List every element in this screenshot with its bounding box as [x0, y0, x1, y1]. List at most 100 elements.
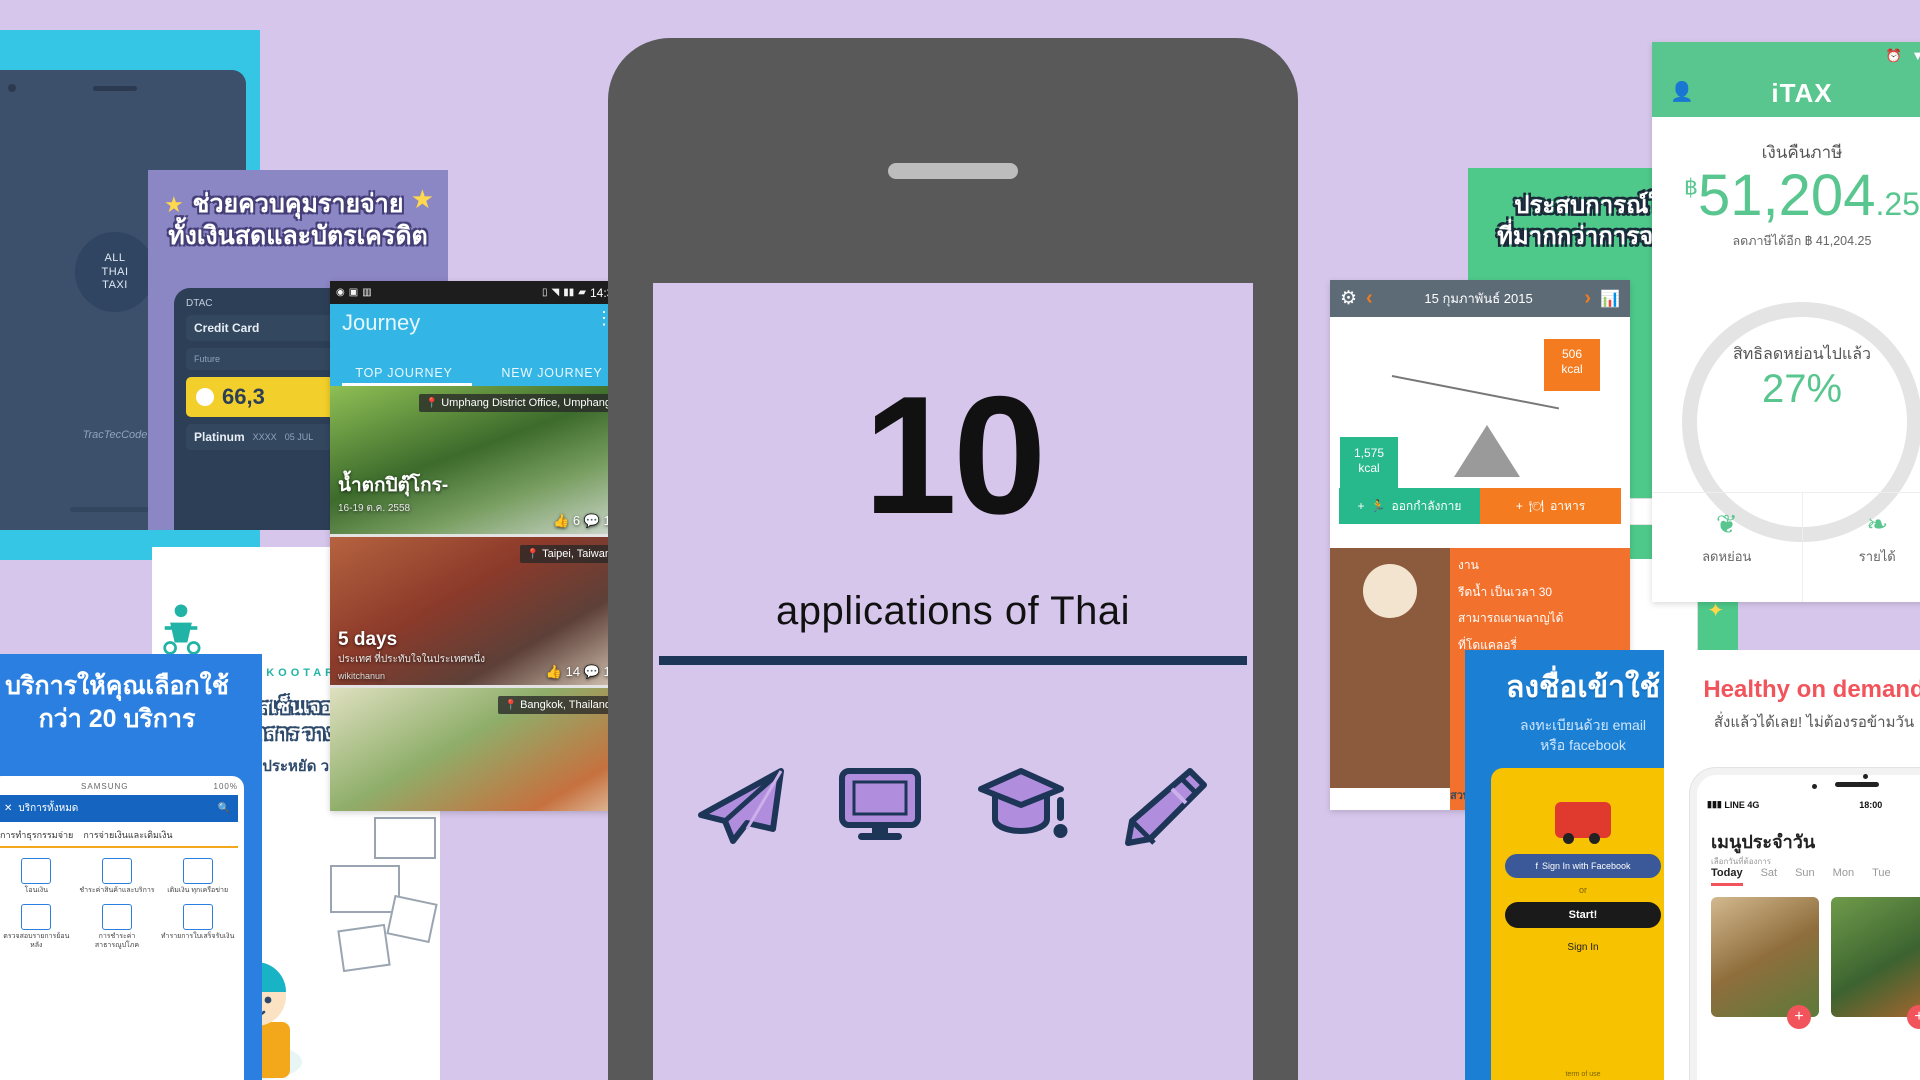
itax-title: iTAX	[1771, 78, 1833, 108]
icon-row	[653, 763, 1253, 847]
day-selector: Today Sat Sun Mon Tue	[1711, 867, 1920, 886]
itax-tile-deduction[interactable]: ❦ ลดหย่อน	[1652, 493, 1802, 602]
card-blue-services: บริการให้คุณเลือกใช้ กว่า 20 บริการ SAMS…	[0, 654, 262, 1080]
carrier-label: LINE	[1724, 799, 1745, 810]
section-tab-1[interactable]: การทำธุรกรรมจ่าย	[0, 828, 73, 842]
add-icon[interactable]: +	[1907, 1005, 1920, 1029]
future-label: Future	[194, 354, 221, 364]
intake-box: 1,575 kcal	[1340, 437, 1398, 492]
food-card[interactable]: +	[1711, 897, 1819, 1029]
service-tile[interactable]: ชำระค่าสินค้าและบริการ	[79, 858, 156, 896]
journey-app-bar: Journey ⋮ TOP JOURNEY NEW JOURNEY	[330, 304, 626, 386]
service-tile[interactable]: เติมเงิน ทุกเครือข่าย	[159, 858, 236, 896]
android-status-bar: ◉ ▣ ▥ ▯ ◥ ▮▮ ▰ 14:38	[330, 281, 626, 304]
file-icon: ❧	[1866, 509, 1889, 539]
itax-tile-income[interactable]: ❧ รายได้	[1801, 493, 1920, 602]
day-tab-mon[interactable]: Mon	[1833, 867, 1854, 886]
terms-link[interactable]: term of use	[1491, 1071, 1675, 1078]
taxi-tagline: TracTecCode	[82, 428, 148, 441]
add-food-label: อาหาร	[1550, 498, 1586, 513]
cutlery-icon: 🍽	[1528, 499, 1545, 513]
phone-speaker	[1835, 782, 1879, 787]
section-tab-2[interactable]: การจ่ายเงินและเติมเงิน	[83, 828, 172, 842]
star-icon: ★	[410, 184, 434, 214]
close-icon[interactable]: ✕	[4, 803, 12, 814]
journey-feed: Umphang District Office, Umphang น้ำตกปิ…	[330, 386, 626, 811]
bar-chart-icon[interactable]: 📊	[1600, 289, 1620, 309]
plus-icon: +	[1515, 499, 1523, 513]
add-food-button[interactable]: + 🍽 อาหาร	[1480, 488, 1621, 524]
platinum-label: Platinum	[194, 430, 245, 444]
calorie-header: ⚙ ‹ 15 กุมภาพันธ์ 2015 › 📊	[1330, 280, 1630, 317]
calorie-actions: + 🏃 ออกกำลังกาย + 🍽 อาหาร	[1339, 488, 1621, 524]
card-itax: ⏰ ▼ ▮ 👤 iTAX เงินคืนภาษี ฿51,204.25 ลดภา…	[1652, 42, 1920, 602]
healthy-headline: Healthy on demand	[1703, 676, 1920, 703]
gear-icon[interactable]: ⚙	[1340, 287, 1357, 310]
service-tile[interactable]: การชำระค่าสาธารณูปโภค	[79, 903, 156, 951]
utility-icon	[101, 903, 132, 930]
search-bar[interactable]: ✕ บริการทั้งหมด 🔍	[0, 795, 238, 822]
progress-label: สิทธิลดหย่อนไปแล้ว	[1732, 346, 1872, 363]
history-icon	[21, 903, 52, 930]
tab-top-journey[interactable]: TOP JOURNEY	[330, 366, 478, 380]
prev-day-icon[interactable]: ‹	[1366, 287, 1373, 310]
service-tile[interactable]: โอนเงิน	[0, 858, 75, 896]
day-tab-tue[interactable]: Tue	[1872, 867, 1891, 886]
monitor-icon	[838, 768, 921, 840]
budget-headline-line2: ทั้งเงินสดและบัตรเครดิต	[168, 222, 428, 250]
paper-plane-icon	[697, 768, 784, 844]
list-item[interactable]: Taipei, Taiwan 5 days ประเทศ ที่ประทับใจ…	[330, 537, 626, 688]
all-thai-taxi-logo: ALL THAI TAXI	[75, 232, 155, 313]
list-item[interactable]: Bangkok, Thailand	[330, 688, 626, 811]
refund-note: ลดภาษีได้อีก ฿ 41,204.25	[1732, 234, 1872, 248]
network-label: 4G	[1747, 799, 1760, 810]
tab-new-journey[interactable]: NEW JOURNEY	[478, 366, 626, 380]
add-icon[interactable]: +	[1787, 1005, 1811, 1029]
scooter-icon	[163, 604, 201, 655]
envelope-icon	[374, 817, 436, 859]
section-tabs: การทำธุรกรรมจ่าย การจ่ายเงินและเติมเงิน	[0, 822, 238, 848]
post-title: น้ำตกปิตุ๊โกร-	[338, 475, 449, 496]
list-item[interactable]: Umphang District Office, Umphang น้ำตกปิ…	[330, 386, 626, 537]
search-icon[interactable]: 🔍	[218, 803, 230, 814]
post-title: 5 days	[338, 629, 398, 650]
food-card[interactable]: +	[1831, 897, 1920, 1029]
start-button[interactable]: Start!	[1505, 902, 1661, 928]
or-divider: or	[1578, 885, 1587, 895]
poster-background: ALL THAI TAXI TracTecCode ★ ★ ช่วยควบคุม…	[0, 0, 1920, 1080]
burn-box: 506 kcal	[1544, 339, 1600, 391]
facebook-icon: f	[1535, 861, 1538, 871]
pencil-icon	[1124, 768, 1207, 846]
service-grid: โอนเงิน ชำระค่าสินค้าและบริการ เติมเงิน …	[0, 848, 238, 960]
blue-headline: บริการให้คุณเลือกใช้ กว่า 20 บริการ	[0, 654, 262, 735]
phone-home-bar	[70, 507, 160, 512]
blue-phone-mock: SAMSUNG 100% ✕ บริการทั้งหมด 🔍 การทำธุรก…	[0, 776, 244, 1080]
article-body-1: รีดน้ำ เป็นเวลา 30	[1458, 584, 1553, 599]
next-day-icon[interactable]: ›	[1584, 287, 1591, 310]
itax-tiles: ❦ ลดหย่อน ❧ รายได้	[1652, 492, 1920, 602]
search-input[interactable]: บริการทั้งหมด	[18, 801, 211, 816]
signal-icon: ▮▮	[563, 287, 575, 298]
post-user: wikitchanun	[338, 671, 386, 681]
refund-dec: .25	[1875, 186, 1920, 222]
day-tab-today[interactable]: Today	[1711, 867, 1743, 886]
service-tile[interactable]: ตรวจสอบรายการย้อนหลัง	[0, 903, 75, 951]
coffee-icon	[1363, 564, 1417, 618]
facebook-signin-button[interactable]: f Sign In with Facebook	[1505, 854, 1661, 878]
day-tab-sat[interactable]: Sat	[1761, 867, 1778, 886]
article-body-2: สามารถเผาผลาญได้	[1458, 611, 1564, 626]
receipt-icon	[182, 903, 213, 930]
phone-camera-dot	[1863, 774, 1869, 779]
status-clock: 18:00	[1859, 799, 1883, 810]
phone-screen: 10 applications of Thai	[653, 283, 1253, 1080]
post-location: Umphang District Office, Umphang	[418, 394, 618, 412]
phone-sensor-dot	[1812, 784, 1818, 789]
card-journey-app: ◉ ▣ ▥ ▯ ◥ ▮▮ ▰ 14:38 Journey ⋮ TOP JOURN…	[330, 281, 626, 811]
service-tile[interactable]: ทำรายการใบเสร็จรับเงิน	[159, 903, 236, 951]
signin-link[interactable]: Sign In	[1505, 942, 1661, 953]
parcel-icon	[337, 923, 391, 973]
bill-icon	[101, 858, 132, 884]
day-tab-sun[interactable]: Sun	[1795, 867, 1815, 886]
add-exercise-button[interactable]: + 🏃 ออกกำลังกาย	[1339, 488, 1480, 524]
title-rule	[659, 656, 1247, 665]
